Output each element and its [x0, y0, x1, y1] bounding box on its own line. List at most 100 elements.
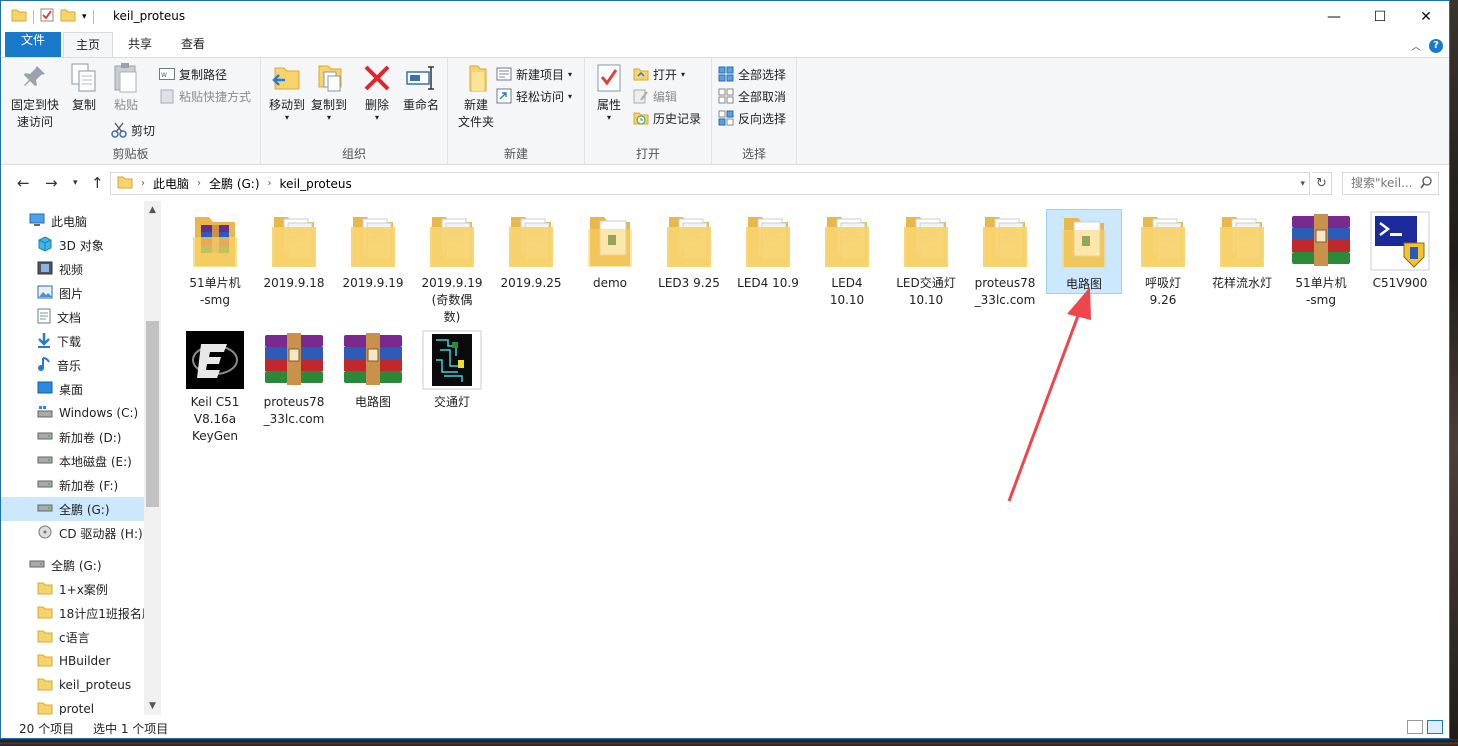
folder-item[interactable]: 呼吸灯 9.26 — [1125, 209, 1201, 309]
folder-item[interactable]: LED4 10.10 — [809, 209, 885, 309]
refresh-icon[interactable]: ↻ — [1312, 172, 1332, 195]
history-button[interactable]: 历史记录 — [633, 108, 701, 128]
select-all-button[interactable]: 全部选择 — [718, 64, 786, 84]
paste-shortcut-button[interactable]: 粘贴快捷方式 — [159, 86, 251, 106]
nav-item-drive-d[interactable]: 新加卷 (D:) — [37, 425, 121, 449]
folder-item[interactable]: LED4 10.9 — [730, 209, 806, 292]
nav-item-videos[interactable]: 视频 — [37, 257, 83, 281]
nav-item-pictures[interactable]: 图片 — [37, 281, 83, 305]
edit-button[interactable]: 编辑 — [633, 86, 677, 106]
nav-folder[interactable]: 1+x案例 — [37, 577, 108, 601]
folder-item[interactable]: 2019.9.19 — [335, 209, 411, 292]
scroll-up-icon[interactable]: ▲ — [144, 205, 161, 215]
nav-item-desktop[interactable]: 桌面 — [37, 377, 83, 401]
nav-item-drive-c[interactable]: Windows (C:) — [37, 401, 138, 425]
address-history-chevron-icon[interactable]: ▾ — [1300, 179, 1305, 189]
pin-quick-access-button[interactable]: 固定到快 速访问 — [9, 62, 61, 131]
folder-item[interactable]: 2019.9.19 (奇数偶 数) — [414, 209, 490, 326]
tab-file[interactable]: 文件 — [5, 32, 61, 57]
qat-customize-icon[interactable]: ▾ — [82, 12, 87, 22]
file-name-label: LED交通灯 10.10 — [896, 276, 956, 307]
folder-item[interactable]: 花样流水灯 — [1204, 209, 1280, 292]
invert-selection-button[interactable]: 反向选择 — [718, 108, 786, 128]
breadcrumb-separator-icon[interactable]: › — [141, 178, 145, 189]
nav-scrollbar[interactable]: ▲ ▼ — [144, 201, 161, 715]
tab-view[interactable]: 查看 — [167, 32, 219, 57]
file-item[interactable]: proteus78 _33lc.com — [256, 328, 332, 428]
details-view-icon[interactable] — [1407, 720, 1423, 734]
help-icon[interactable]: ? — [1429, 38, 1443, 53]
file-name-label: 花样流水灯 — [1211, 276, 1272, 290]
folder-item[interactable]: 2019.9.18 — [256, 209, 332, 292]
new-folder-button[interactable]: 新建 文件夹 — [452, 62, 500, 131]
copy-button[interactable]: 复制 — [65, 62, 103, 114]
new-folder-icon[interactable] — [60, 8, 76, 25]
nav-item-drive-f[interactable]: 新加卷 (F:) — [37, 473, 118, 497]
breadcrumb-separator-icon[interactable]: › — [268, 178, 272, 189]
paste-button[interactable]: 粘贴 — [107, 62, 145, 114]
scroll-down-icon[interactable]: ▼ — [144, 701, 161, 711]
folder-item[interactable]: 电路图 — [1046, 209, 1122, 294]
nav-this-pc[interactable]: 此电脑 — [29, 209, 87, 233]
chevron-up-icon[interactable]: ︿ — [1411, 38, 1421, 53]
winrar-archive-icon — [341, 328, 405, 392]
delete-button[interactable]: 删除 ▾ — [359, 62, 395, 122]
forward-arrow-icon[interactable]: → — [45, 174, 58, 192]
minimize-button[interactable]: — — [1311, 1, 1357, 32]
breadcrumb-this-pc[interactable]: 此电脑 — [153, 175, 189, 192]
breadcrumb-drive[interactable]: 全鹏 (G:) — [209, 175, 260, 192]
up-arrow-icon[interactable]: ↑ — [91, 174, 104, 192]
folder-item[interactable]: proteus78 _33lc.com — [967, 209, 1043, 309]
easy-access-button[interactable]: 轻松访问 ▾ — [496, 86, 572, 106]
folder-item[interactable]: demo — [572, 209, 648, 292]
open-button[interactable]: 打开 ▾ — [633, 64, 685, 84]
nav-item-3d-objects[interactable]: 3D 对象 — [37, 233, 104, 257]
nav-item-music[interactable]: 音乐 — [37, 353, 81, 377]
nav-drive-root[interactable]: 全鹏 (G:) — [29, 553, 102, 577]
file-item[interactable]: C51V900 — [1362, 209, 1438, 292]
rename-button[interactable]: 重命名 — [399, 62, 443, 114]
breadcrumb-separator-icon[interactable]: › — [197, 178, 201, 189]
back-arrow-icon[interactable]: ← — [17, 174, 30, 192]
file-item[interactable]: Keil C51 V8.16a KeyGen — [177, 328, 253, 445]
recent-locations-chevron-icon[interactable]: ▾ — [73, 178, 78, 188]
new-item-button[interactable]: 新建项目 ▾ — [496, 64, 572, 84]
nav-folder[interactable]: protel — [37, 697, 94, 715]
nav-scrollbar-thumb[interactable] — [146, 321, 159, 507]
cut-button[interactable]: 剪切 — [111, 120, 155, 140]
folder-item[interactable]: LED交通灯 10.10 — [888, 209, 964, 309]
nav-item-drive-e[interactable]: 本地磁盘 (E:) — [37, 449, 132, 473]
move-to-button[interactable]: 移动到 ▾ — [265, 62, 309, 122]
search-input[interactable]: 搜索"keil... — [1342, 172, 1439, 195]
nav-item-drive-h[interactable]: CD 驱动器 (H:) — [37, 521, 143, 545]
new-folder-label: 新建 文件夹 — [457, 98, 494, 129]
maximize-button[interactable]: ☐ — [1357, 1, 1403, 32]
file-item[interactable]: 交通灯 — [414, 328, 490, 411]
copy-path-button[interactable]: W 复制路径 — [159, 64, 227, 84]
ribbon: 固定到快 速访问 复制 粘贴 W 复制路径 粘贴快捷方式 剪切 剪贴板 移动到 … — [1, 57, 1449, 165]
close-button[interactable]: ✕ — [1403, 1, 1449, 32]
tab-share[interactable]: 共享 — [115, 32, 165, 57]
nav-folder[interactable]: keil_proteus — [37, 673, 131, 697]
file-item[interactable]: 电路图 — [335, 328, 411, 411]
file-item[interactable]: 51单片机 -smg — [1283, 209, 1359, 309]
nav-folder[interactable]: HBuilder — [37, 649, 110, 673]
paste-shortcut-icon — [159, 88, 175, 104]
nav-item-drive-g[interactable]: 全鹏 (G:) — [1, 497, 144, 521]
address-bar[interactable]: › 此电脑 › 全鹏 (G:) › keil_proteus ▾ — [110, 172, 1310, 195]
large-icons-view-icon[interactable] — [1427, 720, 1443, 734]
tab-home[interactable]: 主页 — [63, 32, 113, 57]
properties-button[interactable]: 属性 ▾ — [589, 62, 629, 122]
nav-item-documents[interactable]: 文档 — [37, 305, 81, 329]
nav-item-downloads[interactable]: 下载 — [37, 329, 81, 353]
nav-folder[interactable]: c语言 — [37, 625, 90, 649]
nav-folder[interactable]: 18计应1班报名朋 — [37, 601, 154, 625]
folder-item[interactable]: 2019.9.25 — [493, 209, 569, 292]
select-none-button[interactable]: 全部取消 — [718, 86, 786, 106]
breadcrumb-folder[interactable]: keil_proteus — [280, 177, 352, 191]
new-item-icon — [496, 66, 512, 82]
properties-check-icon[interactable] — [40, 8, 54, 25]
folder-item[interactable]: LED3 9.25 — [651, 209, 727, 292]
folder-item[interactable]: 51单片机 -smg — [177, 209, 253, 309]
copy-to-button[interactable]: 复制到 ▾ — [307, 62, 351, 122]
